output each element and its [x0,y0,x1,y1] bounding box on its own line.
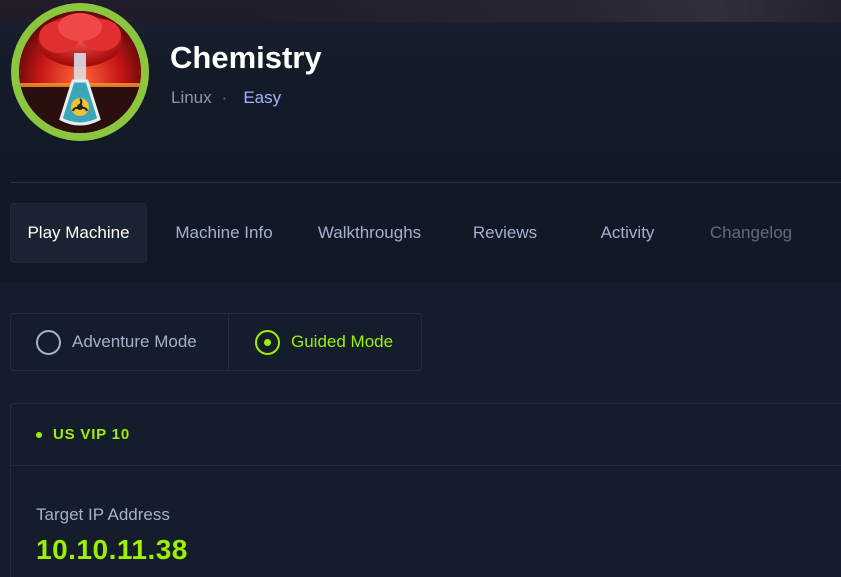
machine-meta: Linux · Easy [171,88,281,108]
tab-walkthroughs[interactable]: Walkthroughs [303,203,436,263]
tab-activity[interactable]: Activity [580,203,675,263]
mode-toggle: Adventure Mode Guided Mode [10,313,422,371]
tab-play-machine[interactable]: Play Machine [10,203,147,263]
radio-unselected-icon [36,329,61,355]
machine-header: Chemistry Linux · Easy [0,0,841,183]
tab-changelog[interactable]: Changelog [695,203,807,263]
adventure-mode-option[interactable]: Adventure Mode [11,314,229,370]
server-card: US VIP 10 Target IP Address 10.10.11.38 [10,403,841,577]
guided-mode-option[interactable]: Guided Mode [229,314,421,370]
tab-reviews[interactable]: Reviews [455,203,555,263]
status-dot-icon [36,431,42,438]
server-name: US VIP 10 [53,426,130,443]
tab-machine-info[interactable]: Machine Info [160,203,288,263]
machine-page: Chemistry Linux · Easy Play Machine Mach… [0,0,841,577]
machine-tabs: Play Machine Machine Info Walkthroughs R… [0,183,841,283]
machine-avatar [11,3,149,141]
target-ip-label: Target IP Address [36,505,170,524]
meta-separator: · [221,88,228,107]
radio-selected-icon [255,329,280,355]
biohazard-flask-icon [19,11,141,133]
machine-os: Linux [171,88,212,107]
server-header: US VIP 10 [11,404,841,466]
target-ip-value[interactable]: 10.10.11.38 [36,534,188,566]
adventure-mode-label: Adventure Mode [72,332,197,351]
machine-difficulty: Easy [243,88,282,107]
machine-title: Chemistry [170,40,322,75]
header-glow [0,0,841,22]
guided-mode-label: Guided Mode [291,332,394,351]
